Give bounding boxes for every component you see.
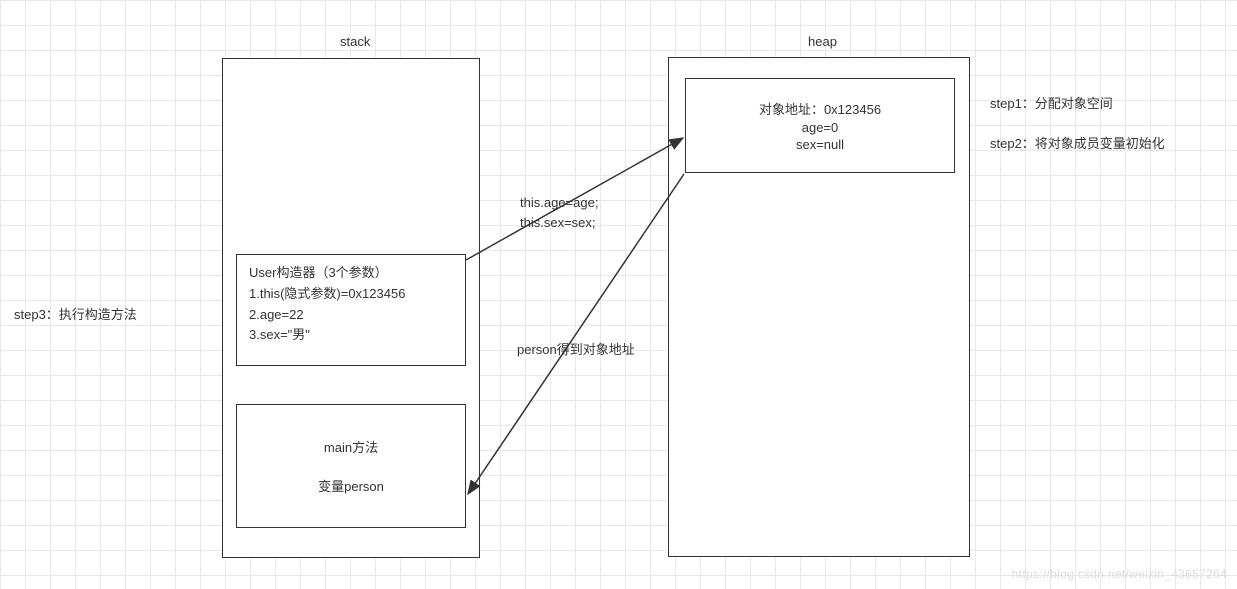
heap-object-sex: sex=null bbox=[698, 137, 942, 152]
person-addr-label: person得到对象地址 bbox=[517, 340, 635, 360]
step3-label: step3：执行构造方法 bbox=[14, 305, 137, 325]
constructor-age: 2.age=22 bbox=[249, 305, 453, 326]
heap-object-box: 对象地址：0x123456 age=0 sex=null bbox=[685, 78, 955, 173]
step1-label: step1：分配对象空间 bbox=[990, 94, 1113, 114]
constructor-sex: 3.sex="男" bbox=[249, 325, 453, 346]
watermark: https://blog.csdn.net/weixin_43657264 bbox=[1012, 567, 1227, 581]
assign-label: this.age=age; this.sex=sex; bbox=[520, 193, 598, 232]
constructor-title: User构造器（3个参数） bbox=[249, 263, 453, 284]
constructor-this: 1.this(隐式参数)=0x123456 bbox=[249, 284, 453, 305]
heap-title: heap bbox=[808, 32, 837, 52]
stack-title: stack bbox=[340, 32, 370, 52]
main-method: main方法 bbox=[249, 437, 453, 456]
step2-label: step2：将对象成员变量初始化 bbox=[990, 134, 1165, 154]
main-person: 变量person bbox=[249, 476, 453, 495]
heap-object-age: age=0 bbox=[698, 120, 942, 135]
constructor-box: User构造器（3个参数） 1.this(隐式参数)=0x123456 2.ag… bbox=[236, 254, 466, 366]
main-box: main方法 变量person bbox=[236, 404, 466, 528]
heap-object-addr: 对象地址：0x123456 bbox=[698, 99, 942, 118]
grid-background bbox=[0, 0, 1237, 589]
